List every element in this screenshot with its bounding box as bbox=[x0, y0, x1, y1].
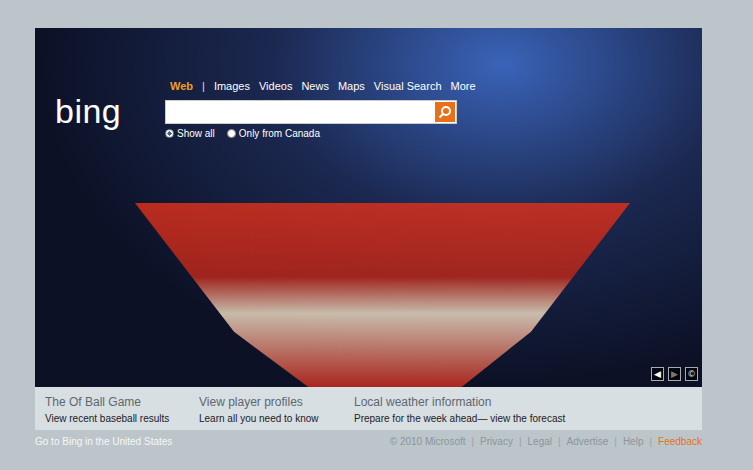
photo-control[interactable]: ◀ bbox=[651, 367, 664, 381]
search-button[interactable] bbox=[435, 102, 455, 122]
background-photo: bing Web | Images Videos News Maps Visual… bbox=[35, 28, 702, 387]
footer-link[interactable]: Advertise bbox=[567, 436, 609, 447]
radio-icon bbox=[165, 129, 174, 138]
nav-bar: Web | Images Videos News Maps Visual Sear… bbox=[165, 78, 476, 94]
footer-separator: | bbox=[519, 436, 522, 447]
footer-link[interactable]: © 2010 Microsoft bbox=[390, 436, 466, 447]
photo-control[interactable]: ▶ bbox=[668, 367, 681, 381]
magnifier-icon bbox=[438, 105, 452, 119]
footer: Go to Bing in the United States © 2010 M… bbox=[35, 436, 702, 447]
bing-logo[interactable]: bing bbox=[55, 78, 165, 139]
radio-icon bbox=[227, 129, 236, 138]
footer-link[interactable]: Legal bbox=[528, 436, 552, 447]
footer-link[interactable]: Go to Bing in the United States bbox=[35, 436, 172, 447]
nav-item[interactable]: Web bbox=[170, 80, 193, 92]
highlight-item[interactable]: View player profiles Learn all you need … bbox=[199, 395, 354, 424]
photo-shape bbox=[135, 203, 630, 387]
footer-separator: | bbox=[472, 436, 475, 447]
nav-item[interactable]: Maps bbox=[338, 80, 365, 92]
nav-separator: | bbox=[202, 80, 205, 92]
footer-link[interactable]: Help bbox=[623, 436, 644, 447]
footer-link[interactable]: Feedback bbox=[658, 436, 702, 447]
footer-separator: | bbox=[558, 436, 561, 447]
footer-link[interactable]: Privacy bbox=[480, 436, 513, 447]
scope-options: Show all Only from Canada bbox=[165, 128, 476, 139]
highlights-strip: The Of Ball Game View recent baseball re… bbox=[35, 387, 702, 430]
search-input[interactable] bbox=[166, 101, 434, 123]
highlight-item[interactable]: Local weather information Prepare for th… bbox=[354, 395, 702, 424]
main-card: bing Web | Images Videos News Maps Visual… bbox=[35, 28, 702, 430]
photo-control[interactable]: © bbox=[685, 367, 698, 381]
search-box bbox=[165, 100, 457, 124]
nav-item[interactable]: More bbox=[451, 80, 476, 92]
bing-home: bing Web | Images Videos News Maps Visual… bbox=[0, 0, 753, 470]
scope-radio[interactable]: Only from Canada bbox=[227, 128, 320, 139]
footer-separator: | bbox=[614, 436, 617, 447]
photo-controls: ◀ ▶ © bbox=[651, 367, 698, 381]
nav-item[interactable]: Images bbox=[214, 80, 250, 92]
footer-separator: | bbox=[649, 436, 652, 447]
nav-item[interactable]: News bbox=[301, 80, 329, 92]
scope-radio[interactable]: Show all bbox=[165, 128, 215, 139]
nav-item[interactable]: Visual Search bbox=[374, 80, 442, 92]
highlight-item[interactable]: The Of Ball Game View recent baseball re… bbox=[45, 395, 199, 424]
nav-item[interactable]: Videos bbox=[259, 80, 292, 92]
